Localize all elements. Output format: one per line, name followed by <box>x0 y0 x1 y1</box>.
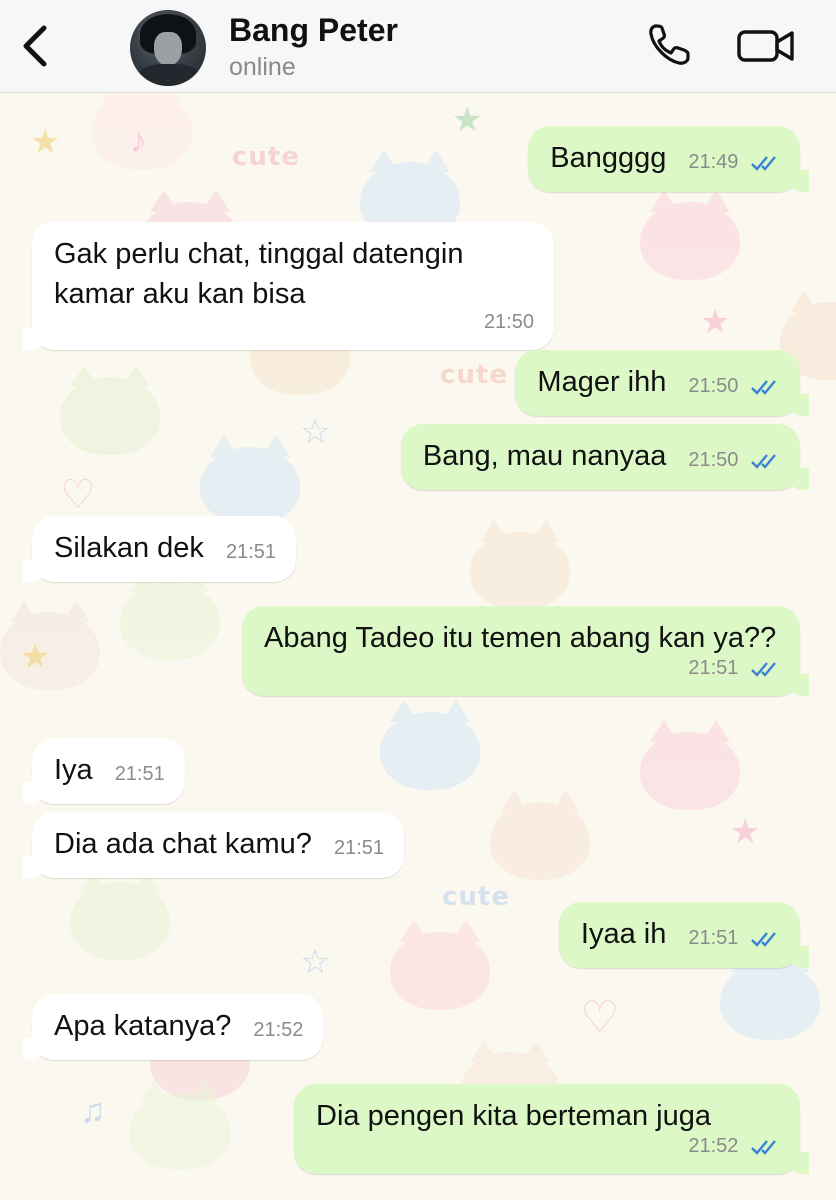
message-bubble-incoming[interactable]: Gak perlu chat, tinggal datengin kamar a… <box>23 222 554 350</box>
double-check-icon <box>751 1139 776 1155</box>
message-text: Dia pengen kita berteman juga <box>316 1100 711 1132</box>
message-text: Mager ihh <box>537 366 667 398</box>
message-meta: 21:51 <box>688 924 780 952</box>
message-bubble-incoming[interactable]: Dia ada chat kamu? 21:51 <box>23 812 404 878</box>
double-check-icon <box>751 379 776 395</box>
cat-sticker <box>380 700 480 790</box>
contact-name[interactable]: Bang Peter <box>229 12 398 49</box>
message-meta: 21:49 <box>688 148 780 176</box>
message-time: 21:50 <box>688 449 739 471</box>
message-bubble-incoming[interactable]: Apa katanya? 21:52 <box>22 994 324 1060</box>
star-icon: ★ <box>700 303 731 341</box>
message-bubble-outgoing[interactable]: Bang, mau nanyaa 21:50 <box>400 424 810 490</box>
message-time: 21:50 <box>483 311 534 333</box>
message-meta: 21:52 <box>253 1016 303 1044</box>
message-time: 21:51 <box>688 657 739 679</box>
cat-sticker <box>200 435 300 525</box>
double-check-icon <box>751 931 776 947</box>
back-button[interactable] <box>14 20 58 72</box>
cat-sticker <box>70 870 170 960</box>
message-bubble-outgoing[interactable]: Mager ihh 21:50 <box>515 350 809 416</box>
message-text: Iya <box>54 754 93 786</box>
wallpaper-cute-label: cute <box>232 142 300 172</box>
message-time: 21:51 <box>225 541 276 563</box>
star-icon: ★ <box>30 123 61 161</box>
message-text: Bang, mau nanyaa <box>422 440 667 472</box>
video-call-button[interactable] <box>736 24 796 68</box>
message-text: Gak perlu chat, tinggal datengin kamar a… <box>54 238 464 310</box>
double-check-icon <box>751 155 776 171</box>
message-meta: 21:50 <box>54 308 534 336</box>
cat-sticker <box>120 570 220 660</box>
cat-sticker <box>720 950 820 1040</box>
cat-sticker <box>490 790 590 880</box>
message-bubble-outgoing[interactable]: Abang Tadeo itu temen abang kan ya?? 21:… <box>242 606 809 696</box>
message-time: 21:51 <box>333 837 384 859</box>
message-bubble-incoming[interactable]: Silakan dek 21:51 <box>23 516 296 582</box>
wallpaper-cute-label: cute <box>440 360 508 390</box>
star-icon: ☆ <box>300 413 331 451</box>
star-icon: ★ <box>730 813 761 851</box>
message-bubble-outgoing[interactable]: Dia pengen kita berteman juga 21:52 <box>294 1084 809 1174</box>
message-bubble-outgoing[interactable]: Iyaa ih 21:51 <box>558 902 810 968</box>
cat-sticker <box>390 920 490 1010</box>
avatar[interactable] <box>130 10 206 86</box>
music-note-icon: ♪ <box>130 122 147 160</box>
cat-sticker <box>640 190 740 280</box>
star-icon: ★ <box>20 638 51 676</box>
message-time: 21:50 <box>688 375 739 397</box>
music-note-icon: ♫ <box>80 1092 106 1130</box>
message-bubble-incoming[interactable]: Iya 21:51 <box>23 738 185 804</box>
message-time: 21:51 <box>688 927 739 949</box>
cat-sticker <box>60 365 160 455</box>
heart-icon: ♡ <box>60 473 96 517</box>
double-check-icon <box>751 453 776 469</box>
message-meta: 21:51 <box>226 538 276 566</box>
double-check-icon <box>751 661 776 677</box>
chevron-left-icon <box>23 25 47 67</box>
message-time: 21:49 <box>688 151 739 173</box>
cat-sticker <box>470 520 570 610</box>
message-text: Silakan dek <box>54 532 204 564</box>
wallpaper-cute-label: cute <box>442 882 510 912</box>
phone-icon <box>649 24 690 65</box>
cat-sticker <box>640 720 740 810</box>
cat-sticker <box>130 1080 230 1170</box>
contact-status: online <box>229 53 296 81</box>
message-text: Bangggg <box>550 142 667 174</box>
star-icon: ★ <box>452 101 483 139</box>
message-meta: 21:51 <box>334 834 384 862</box>
message-text: Abang Tadeo itu temen abang kan ya?? <box>264 622 777 654</box>
message-time: 21:52 <box>688 1135 739 1157</box>
heart-icon: ♡ <box>580 993 620 1042</box>
message-meta: 21:51 <box>264 654 780 682</box>
star-icon: ☆ <box>300 943 331 981</box>
message-text: Iyaa ih <box>580 918 667 950</box>
message-text: Apa katanya? <box>54 1010 232 1042</box>
chat-header: Bang Peter online <box>0 0 836 93</box>
message-bubble-outgoing[interactable]: Bangggg 21:49 <box>528 126 809 192</box>
message-time: 21:52 <box>253 1019 304 1041</box>
message-meta: 21:50 <box>688 372 780 400</box>
message-time: 21:51 <box>114 763 165 785</box>
message-text: Dia ada chat kamu? <box>54 828 312 860</box>
message-meta: 21:51 <box>115 760 165 788</box>
voice-call-button[interactable] <box>644 20 694 70</box>
message-meta: 21:52 <box>316 1132 780 1160</box>
message-meta: 21:50 <box>688 446 780 474</box>
video-camera-icon <box>737 30 794 62</box>
